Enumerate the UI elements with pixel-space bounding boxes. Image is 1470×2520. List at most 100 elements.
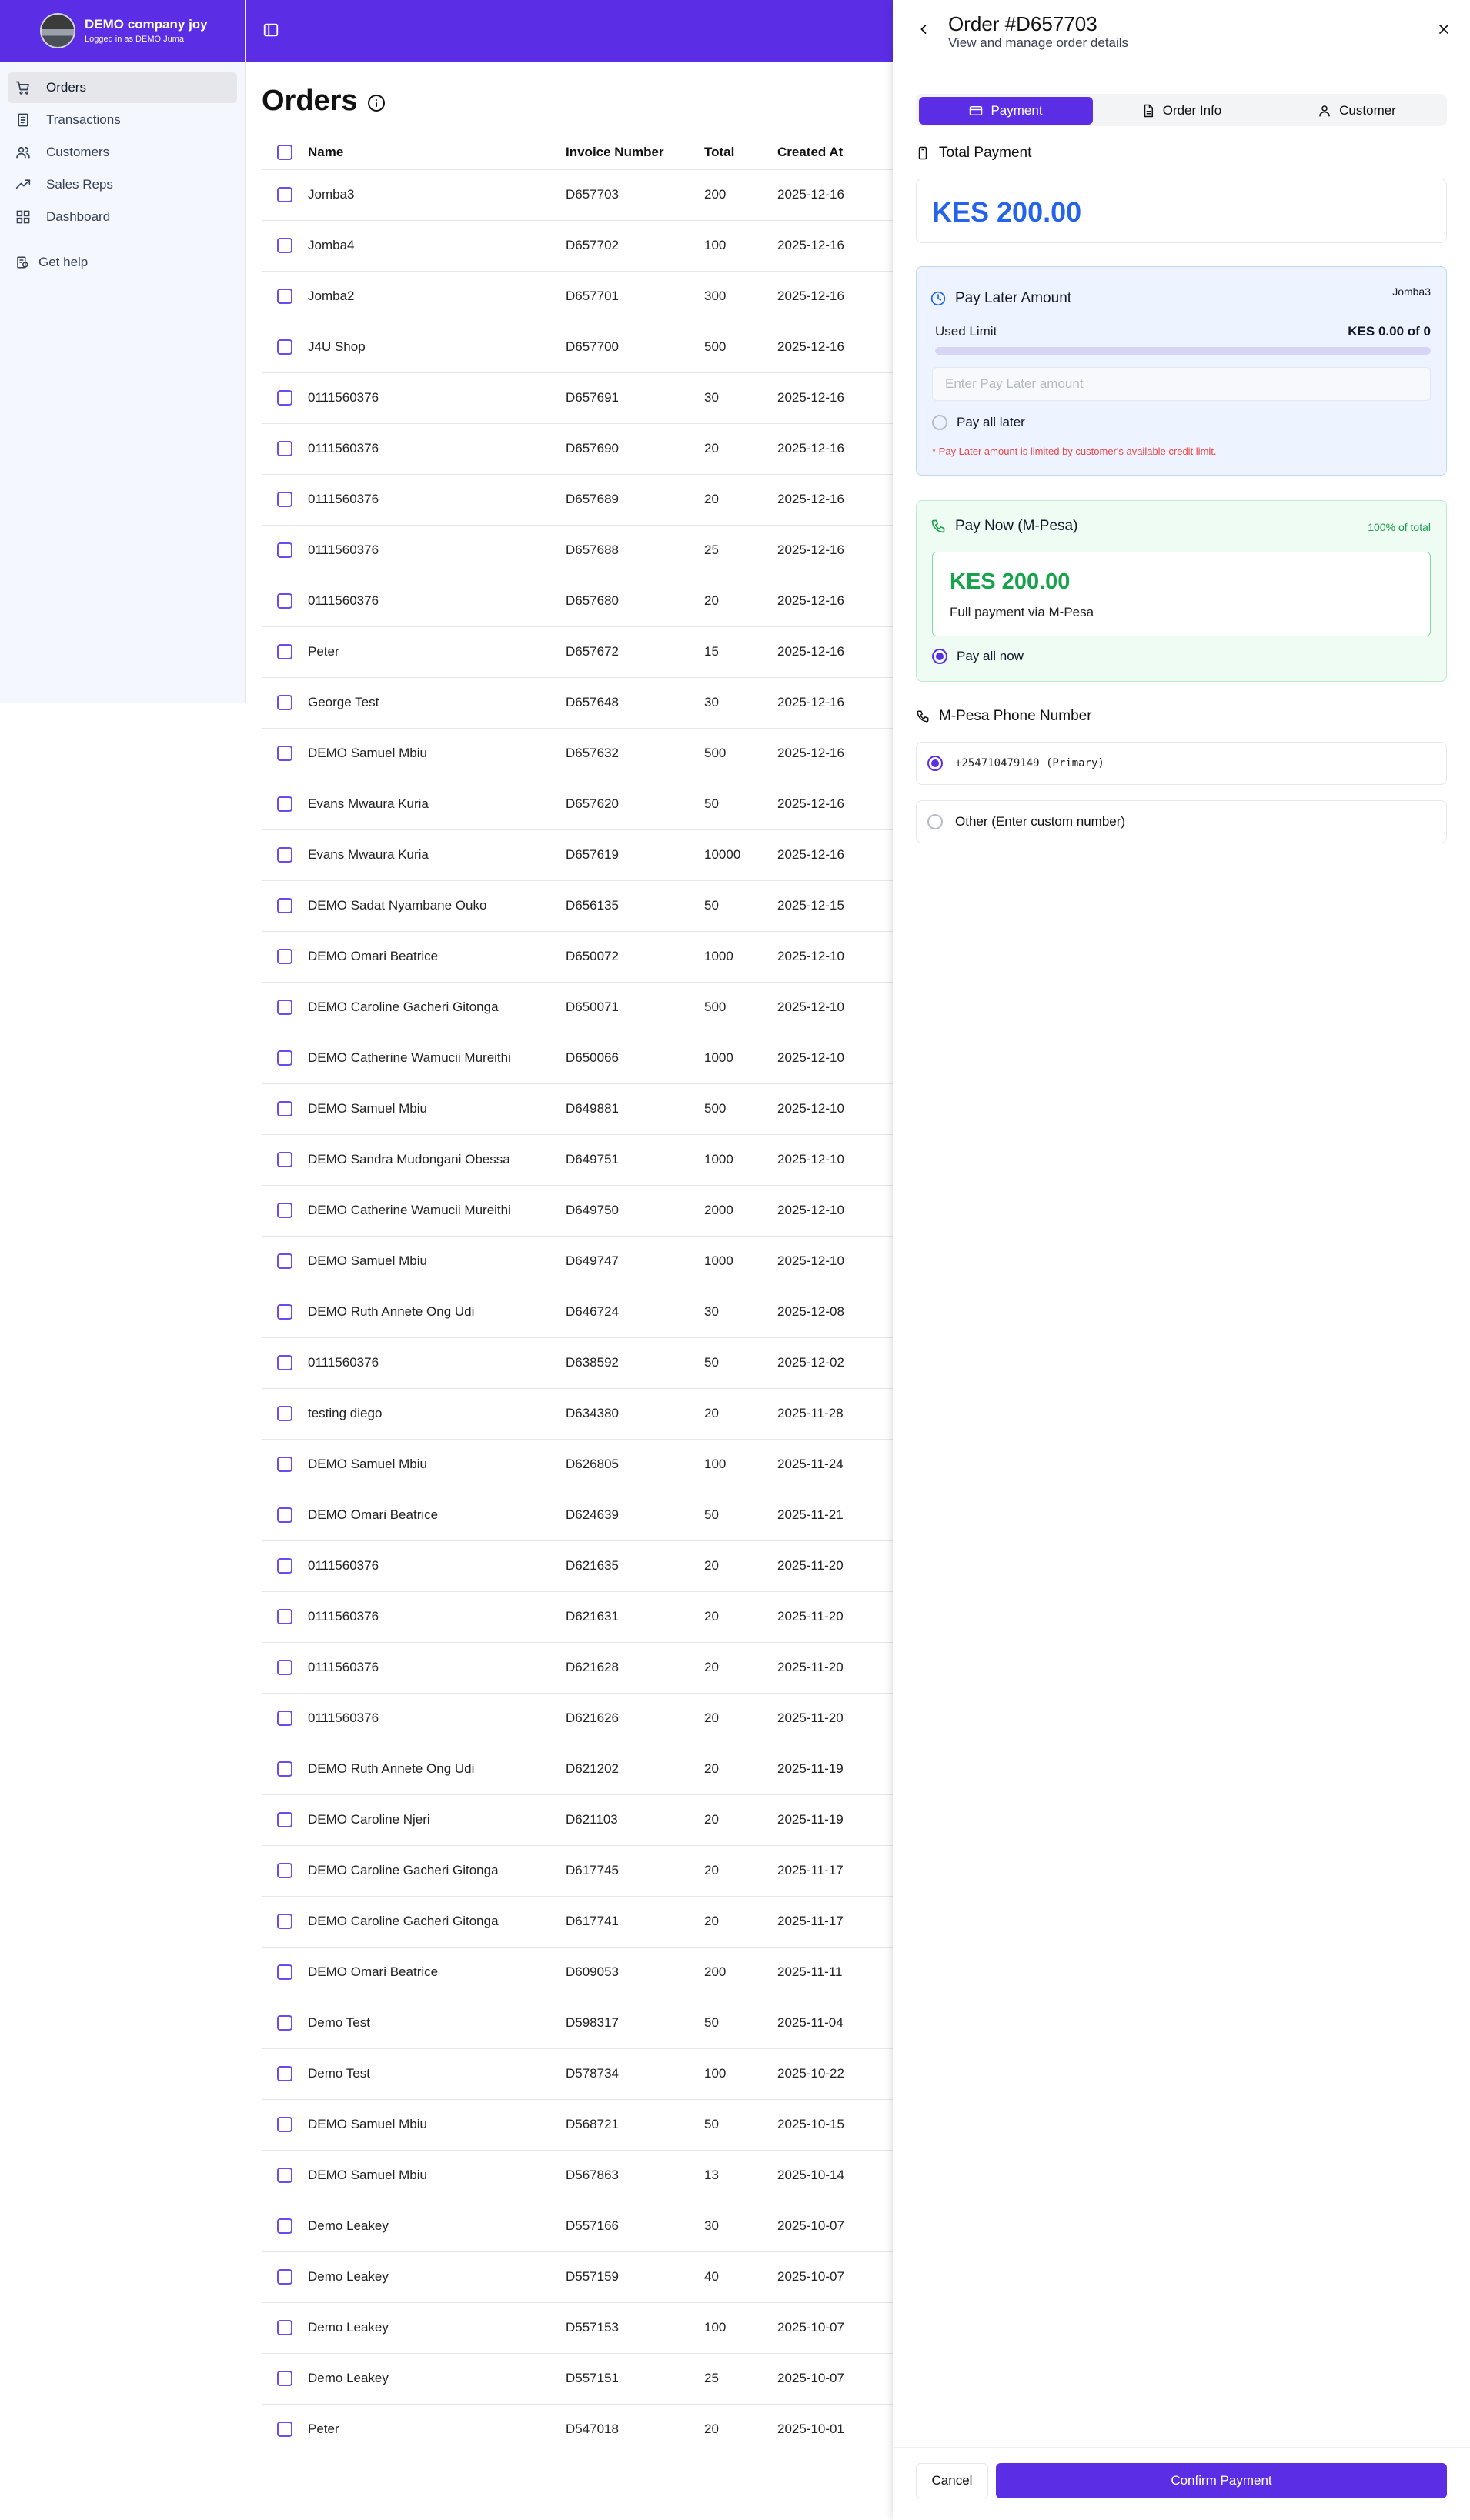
row-checkbox[interactable] xyxy=(277,796,292,813)
row-checkbox[interactable] xyxy=(277,2371,292,2387)
row-checkbox[interactable] xyxy=(277,238,292,254)
row-checkbox[interactable] xyxy=(277,1507,292,1524)
row-checkbox[interactable] xyxy=(277,1964,292,1981)
row-checkbox[interactable] xyxy=(277,2168,292,2184)
table-row[interactable]: DEMO Samuel Mbiu D567863 13 2025-10-14 xyxy=(262,2150,893,2201)
row-checkbox[interactable] xyxy=(277,1304,292,1320)
table-row[interactable]: testing diego D634380 20 2025-11-28 xyxy=(262,1388,893,1440)
sidebar-item-customers[interactable]: Customers xyxy=(8,137,237,168)
row-checkbox[interactable] xyxy=(277,1000,292,1016)
row-checkbox[interactable] xyxy=(277,339,292,355)
row-checkbox[interactable] xyxy=(277,492,292,508)
row-checkbox[interactable] xyxy=(277,1050,292,1066)
row-checkbox[interactable] xyxy=(277,1457,292,1473)
sidebar-item-orders[interactable]: Orders xyxy=(8,72,237,103)
table-row[interactable]: Jomba3 D657703 200 2025-12-16 xyxy=(262,169,893,221)
confirm-payment-button[interactable]: Confirm Payment xyxy=(996,2463,1447,2498)
column-header-created[interactable]: Created At xyxy=(777,135,893,170)
table-row[interactable]: Demo Leakey D557151 25 2025-10-07 xyxy=(262,2353,893,2405)
table-row[interactable]: Jomba2 D657701 300 2025-12-16 xyxy=(262,271,893,322)
row-checkbox[interactable] xyxy=(277,1660,292,1676)
row-checkbox[interactable] xyxy=(277,593,292,609)
row-checkbox[interactable] xyxy=(277,542,292,559)
info-icon[interactable] xyxy=(367,94,386,112)
row-checkbox[interactable] xyxy=(277,2117,292,2133)
sidebar-item-sales-reps[interactable]: Sales Reps xyxy=(8,169,237,200)
table-row[interactable]: DEMO Ruth Annete Ong Udi D621202 20 2025-11… xyxy=(262,1744,893,1795)
table-row[interactable]: DEMO Ruth Annete Ong Udi D646724 30 2025-12… xyxy=(262,1287,893,1338)
row-checkbox[interactable] xyxy=(277,1406,292,1422)
tab-order-info[interactable]: Order Info xyxy=(1094,97,1268,125)
row-checkbox[interactable] xyxy=(277,187,292,203)
table-row[interactable]: DEMO Samuel Mbiu D626805 100 2025-11-24 xyxy=(262,1439,893,1490)
table-row[interactable]: Demo Leakey D557166 30 2025-10-07 xyxy=(262,2201,893,2252)
table-row[interactable]: DEMO Caroline Njeri D621103 20 2025-11-19 xyxy=(262,1794,893,1846)
row-checkbox[interactable] xyxy=(277,1914,292,1930)
row-checkbox[interactable] xyxy=(277,2015,292,2031)
table-row[interactable]: Demo Test D598317 50 2025-11-04 xyxy=(262,1998,893,2049)
table-row[interactable]: Evans Mwaura Kuria D657620 50 2025-12-16 xyxy=(262,779,893,830)
table-row[interactable]: 0111560376 D638592 50 2025-12-02 xyxy=(262,1337,893,1389)
table-row[interactable]: Jomba4 D657702 100 2025-12-16 xyxy=(262,220,893,272)
phone-primary-radio[interactable] xyxy=(927,756,943,771)
row-checkbox[interactable] xyxy=(277,695,292,711)
phone-other-radio[interactable] xyxy=(927,814,943,829)
row-checkbox[interactable] xyxy=(277,1863,292,1879)
tab-customer[interactable]: Customer xyxy=(1270,97,1444,125)
table-row[interactable]: DEMO Catherine Wamucii Mureithi D649750 20… xyxy=(262,1185,893,1237)
row-checkbox[interactable] xyxy=(277,898,292,914)
cancel-button[interactable]: Cancel xyxy=(916,2463,988,2498)
row-checkbox[interactable] xyxy=(277,1761,292,1777)
table-row[interactable]: Evans Mwaura Kuria D657619 10000 2025-12-16 xyxy=(262,829,893,881)
select-all-checkbox[interactable] xyxy=(277,145,292,160)
table-row[interactable]: DEMO Samuel Mbiu D649881 500 2025-12-10 xyxy=(262,1083,893,1135)
column-header-invoice[interactable]: Invoice Number xyxy=(566,135,704,170)
table-row[interactable]: DEMO Sandra Mudongani Obessa D649751 1000 2… xyxy=(262,1134,893,1186)
table-row[interactable]: 0111560376 D621626 20 2025-11-20 xyxy=(262,1693,893,1744)
row-checkbox[interactable] xyxy=(277,1203,292,1219)
table-row[interactable]: Demo Leakey D557159 40 2025-10-07 xyxy=(262,2251,893,2303)
table-row[interactable]: 0111560376 D657691 30 2025-12-16 xyxy=(262,372,893,424)
pay-later-amount-input[interactable] xyxy=(932,367,1431,401)
sidebar-item-dashboard[interactable]: Dashboard xyxy=(8,202,237,232)
table-row[interactable]: J4U Shop D657700 500 2025-12-16 xyxy=(262,322,893,373)
table-row[interactable]: 0111560376 D657688 25 2025-12-16 xyxy=(262,525,893,576)
get-help-link[interactable]: Get help xyxy=(8,248,237,277)
back-arrow-icon[interactable] xyxy=(916,22,931,37)
row-checkbox[interactable] xyxy=(277,289,292,305)
row-checkbox[interactable] xyxy=(277,2320,292,2336)
table-row[interactable]: 0111560376 D657680 20 2025-12-16 xyxy=(262,576,893,627)
pay-all-now-radio[interactable] xyxy=(932,649,947,664)
row-checkbox[interactable] xyxy=(277,1355,292,1371)
row-checkbox[interactable] xyxy=(277,2422,292,2438)
tab-payment[interactable]: Payment xyxy=(919,97,1093,125)
phone-option-other[interactable]: Other (Enter custom number) xyxy=(916,800,1447,843)
table-row[interactable]: Peter D547018 20 2025-10-01 xyxy=(262,2404,893,2455)
table-row[interactable]: DEMO Sadat Nyambane Ouko D656135 50 2025-12… xyxy=(262,880,893,932)
row-checkbox[interactable] xyxy=(277,1152,292,1168)
table-row[interactable]: DEMO Omari Beatrice D650072 1000 2025-12-10 xyxy=(262,931,893,983)
table-row[interactable]: 0111560376 D621631 20 2025-11-20 xyxy=(262,1591,893,1643)
table-row[interactable]: 0111560376 D657689 20 2025-12-16 xyxy=(262,474,893,526)
row-checkbox[interactable] xyxy=(277,1558,292,1574)
row-checkbox[interactable] xyxy=(277,847,292,863)
row-checkbox[interactable] xyxy=(277,644,292,660)
table-row[interactable]: DEMO Caroline Gacheri Gitonga D617745 20 20… xyxy=(262,1845,893,1897)
pay-all-later-option[interactable]: Pay all later xyxy=(932,415,1025,430)
sidebar-item-transactions[interactable]: Transactions xyxy=(8,105,237,135)
phone-option-primary[interactable]: +254710479149 (Primary) xyxy=(916,742,1447,785)
row-checkbox[interactable] xyxy=(277,746,292,762)
table-row[interactable]: DEMO Omari Beatrice D624639 50 2025-11-21 xyxy=(262,1490,893,1541)
table-row[interactable]: DEMO Catherine Wamucii Mureithi D650066 10… xyxy=(262,1033,893,1084)
table-row[interactable]: DEMO Samuel Mbiu D568721 50 2025-10-15 xyxy=(262,2099,893,2151)
row-checkbox[interactable] xyxy=(277,441,292,457)
table-row[interactable]: DEMO Samuel Mbiu D657632 500 2025-12-16 xyxy=(262,728,893,779)
brand-header[interactable]: DEMO company joy Logged in as DEMO Juma xyxy=(0,0,245,62)
row-checkbox[interactable] xyxy=(277,1609,292,1625)
pay-all-now-option[interactable]: Pay all now xyxy=(932,649,1024,664)
close-icon[interactable] xyxy=(1436,22,1452,37)
table-row[interactable]: 0111560376 D657690 20 2025-12-16 xyxy=(262,423,893,475)
row-checkbox[interactable] xyxy=(277,2269,292,2285)
table-row[interactable]: Demo Leakey D557153 100 2025-10-07 xyxy=(262,2302,893,2354)
table-row[interactable]: 0111560376 D621635 20 2025-11-20 xyxy=(262,1540,893,1592)
